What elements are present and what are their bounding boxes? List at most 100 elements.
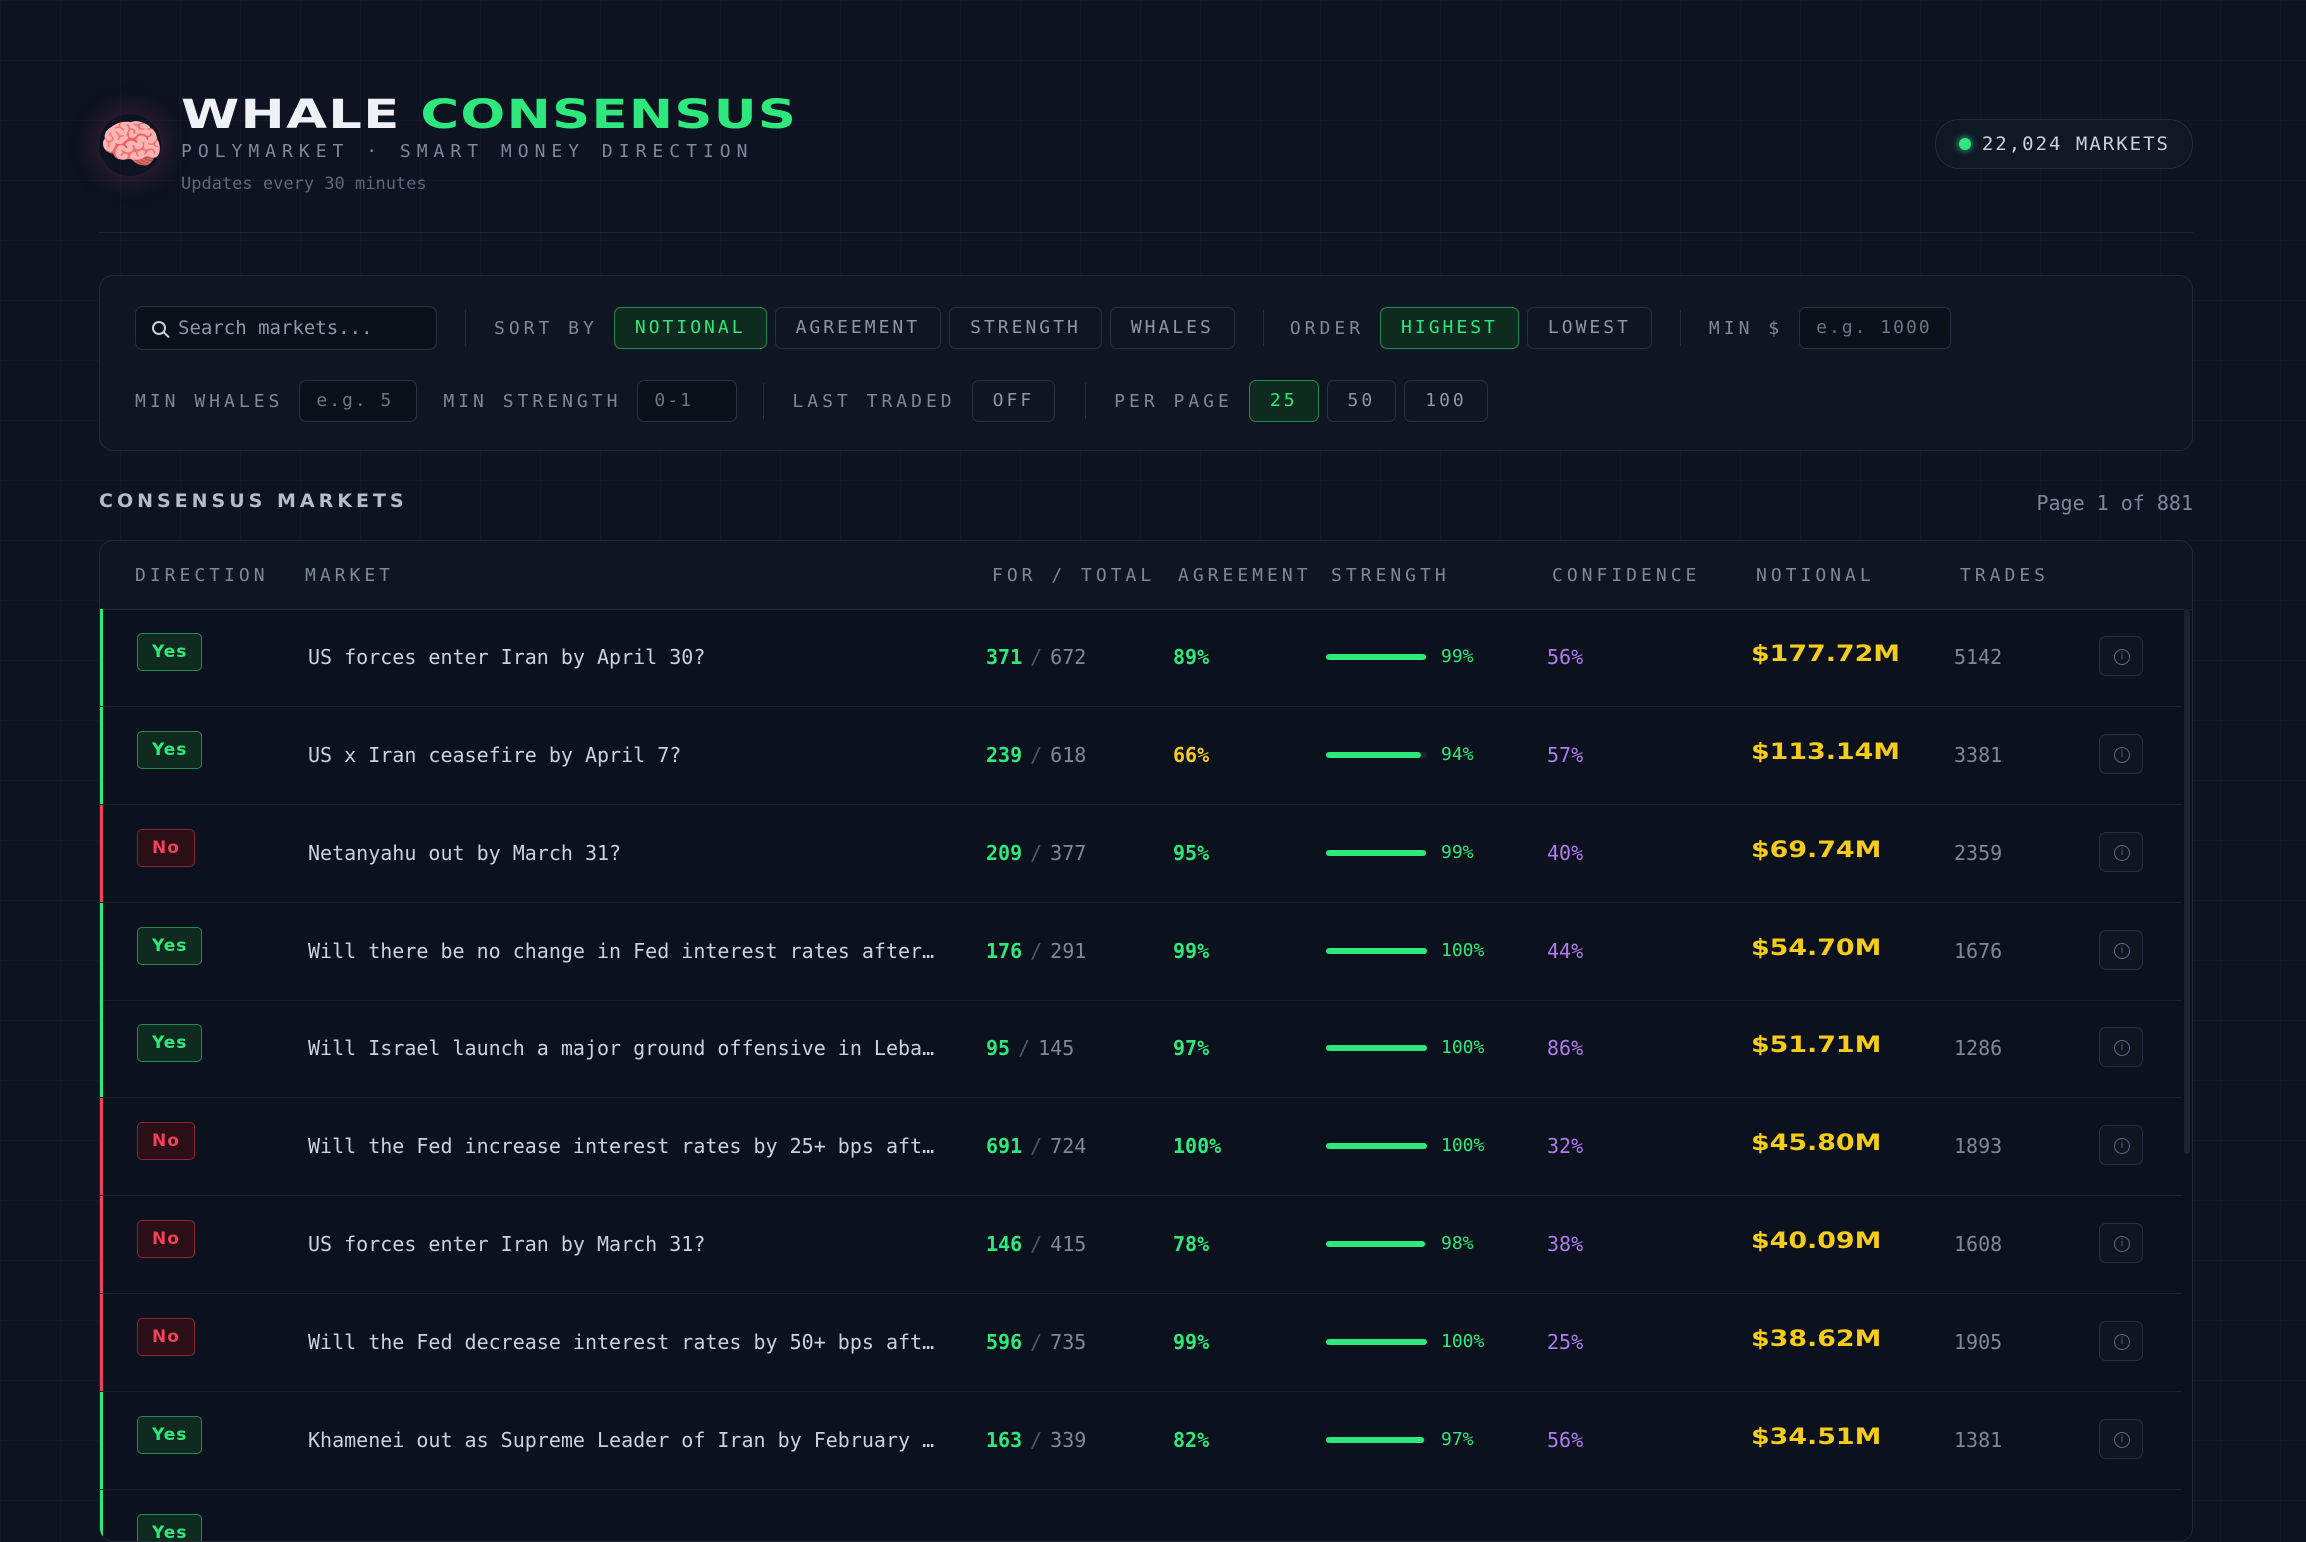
column-header-confidence[interactable]: CONFIDENCE (1552, 565, 1700, 586)
market-title[interactable]: Netanyahu out by March 31? (308, 841, 1060, 865)
info-button[interactable]: i (2099, 1125, 2143, 1165)
info-button[interactable]: i (2099, 1419, 2143, 1459)
notional-value: $51.71M (1751, 1033, 1882, 1058)
strength-value: 99% (1441, 646, 1474, 667)
strength-bar-fill (1326, 1241, 1425, 1247)
column-header-notional[interactable]: NOTIONAL (1756, 565, 1875, 586)
sort-notional-button[interactable]: NOTIONAL (613, 307, 767, 349)
table-row[interactable]: No Will the Fed increase interest rates b… (100, 1098, 2182, 1196)
trades-count: 5142 (1954, 645, 2003, 669)
last-traded-toggle[interactable]: OFF (971, 380, 1056, 422)
table-row[interactable]: Yes (100, 1490, 2182, 1541)
order-label: ORDER (1289, 317, 1365, 339)
column-header-market[interactable]: MARKET (305, 565, 394, 586)
column-header-direction[interactable]: DIRECTION (135, 565, 269, 586)
filter-row-2: MIN WHALES e.g. 5 MIN STRENGTH 0-1 LAST … (135, 378, 1496, 424)
info-icon: i (2114, 649, 2130, 665)
market-title[interactable]: Will Israel launch a major ground offens… (308, 1036, 1060, 1060)
info-button[interactable]: i (2099, 1027, 2143, 1067)
table-header: DIRECTION MARKET FOR / TOTAL AGREEMENT S… (100, 541, 2192, 610)
order-highest-button[interactable]: HIGHEST (1380, 307, 1519, 349)
sort-strength-button[interactable]: STRENGTH (949, 307, 1102, 349)
agreement-value: 100% (1173, 1134, 1222, 1158)
direction-edge (100, 1196, 103, 1293)
for-total-slash: / (1030, 1232, 1043, 1256)
confidence-value: 57% (1547, 743, 1584, 767)
table-row[interactable]: Yes Will there be no change in Fed intere… (100, 903, 2182, 1001)
direction-badge: No (137, 1318, 195, 1356)
total-count: 145 (1038, 1036, 1075, 1060)
info-button[interactable]: i (2099, 832, 2143, 872)
market-title[interactable]: US forces enter Iran by March 31? (308, 1232, 1060, 1256)
for-count: 371 (986, 645, 1023, 669)
agreement-value: 66% (1173, 743, 1210, 767)
filter-separator (1085, 383, 1087, 419)
market-title[interactable]: Will there be no change in Fed interest … (308, 939, 1060, 963)
info-icon: i (2114, 747, 2130, 763)
title-consensus: CONSENSUS (420, 92, 798, 138)
table-row[interactable]: Yes Khamenei out as Supreme Leader of Ira… (100, 1392, 2182, 1490)
direction-edge (100, 903, 103, 1000)
live-status-dot-icon (1958, 138, 1971, 150)
market-title[interactable]: US forces enter Iran by April 30? (308, 645, 1060, 669)
column-header-trades[interactable]: TRADES (1960, 565, 2049, 586)
sort-agreement-button[interactable]: AGREEMENT (774, 307, 942, 349)
order-lowest-button[interactable]: LOWEST (1526, 307, 1652, 349)
column-header-agreement[interactable]: AGREEMENT (1178, 565, 1312, 586)
per-page-25-button[interactable]: 25 (1248, 380, 1319, 422)
table-row[interactable]: Yes US x Iran ceasefire by April 7? 239 / 61… (100, 707, 2182, 805)
direction-edge (100, 1000, 103, 1097)
strength-bar-fill (1326, 752, 1421, 758)
min-whales-input[interactable]: e.g. 5 (299, 380, 418, 422)
for-total: 209 / 377 (986, 841, 1086, 865)
info-button[interactable]: i (2099, 636, 2143, 676)
table-row[interactable]: No Netanyahu out by March 31? 209 / 377 95% 99… (100, 805, 2182, 903)
strength-bar (1326, 1045, 1427, 1051)
total-count: 377 (1050, 841, 1087, 865)
market-title[interactable]: Will the Fed increase interest rates by … (308, 1134, 1060, 1158)
direction-edge (100, 1098, 103, 1195)
notional-value: $54.70M (1751, 936, 1882, 961)
strength-bar-fill (1326, 1437, 1424, 1443)
total-count: 415 (1050, 1232, 1087, 1256)
info-button[interactable]: i (2099, 1223, 2143, 1263)
column-header-for-total[interactable]: FOR / TOTAL (992, 565, 1155, 586)
min-strength-input[interactable]: 0-1 (637, 380, 738, 422)
info-button[interactable]: i (2099, 1321, 2143, 1361)
table-row[interactable]: Yes US forces enter Iran by April 30? 371 /… (100, 609, 2182, 707)
min-dollar-label: MIN $ (1708, 317, 1784, 339)
info-button[interactable]: i (2099, 930, 2143, 970)
per-page-100-button[interactable]: 100 (1404, 380, 1488, 422)
agreement-value: 99% (1173, 1330, 1210, 1354)
strength-bar-fill (1326, 948, 1427, 954)
for-total-slash: / (1030, 939, 1043, 963)
min-dollar-input[interactable]: e.g. 1000 (1799, 307, 1952, 349)
direction-badge: Yes (137, 927, 203, 965)
per-page-50-button[interactable]: 50 (1326, 380, 1397, 422)
search-input[interactable]: Search markets... (135, 306, 437, 350)
info-icon: i (2114, 1334, 2130, 1350)
direction-edge (100, 1490, 103, 1541)
confidence-value: 40% (1547, 841, 1584, 865)
table-row[interactable]: No US forces enter Iran by March 31? 146 / 4… (100, 1196, 2182, 1294)
strength-bar-fill (1326, 1045, 1427, 1051)
market-title[interactable]: Khamenei out as Supreme Leader of Iran b… (308, 1428, 1060, 1452)
filter-separator (763, 383, 765, 419)
market-title[interactable]: US x Iran ceasefire by April 7? (308, 743, 1060, 767)
column-header-strength[interactable]: STRENGTH (1331, 565, 1450, 586)
market-title[interactable]: Will the Fed decrease interest rates by … (308, 1330, 1060, 1354)
for-total: 176 / 291 (986, 939, 1086, 963)
scrollbar-thumb[interactable] (2184, 609, 2190, 1154)
table-row[interactable]: Yes Will Israel launch a major ground off… (100, 1000, 2182, 1098)
strength-bar-fill (1326, 1143, 1427, 1149)
agreement-value: 97% (1173, 1036, 1210, 1060)
title-whale: WHALE (181, 92, 401, 138)
for-count: 163 (986, 1428, 1023, 1452)
for-total-slash: / (1030, 1134, 1043, 1158)
table-row[interactable]: No Will the Fed decrease interest rates b… (100, 1294, 2182, 1392)
strength-bar (1326, 1437, 1427, 1443)
info-button[interactable]: i (2099, 734, 2143, 774)
for-total: 95 / 145 (986, 1036, 1074, 1060)
sort-whales-button[interactable]: WHALES (1109, 307, 1235, 349)
direction-edge (100, 1294, 103, 1391)
